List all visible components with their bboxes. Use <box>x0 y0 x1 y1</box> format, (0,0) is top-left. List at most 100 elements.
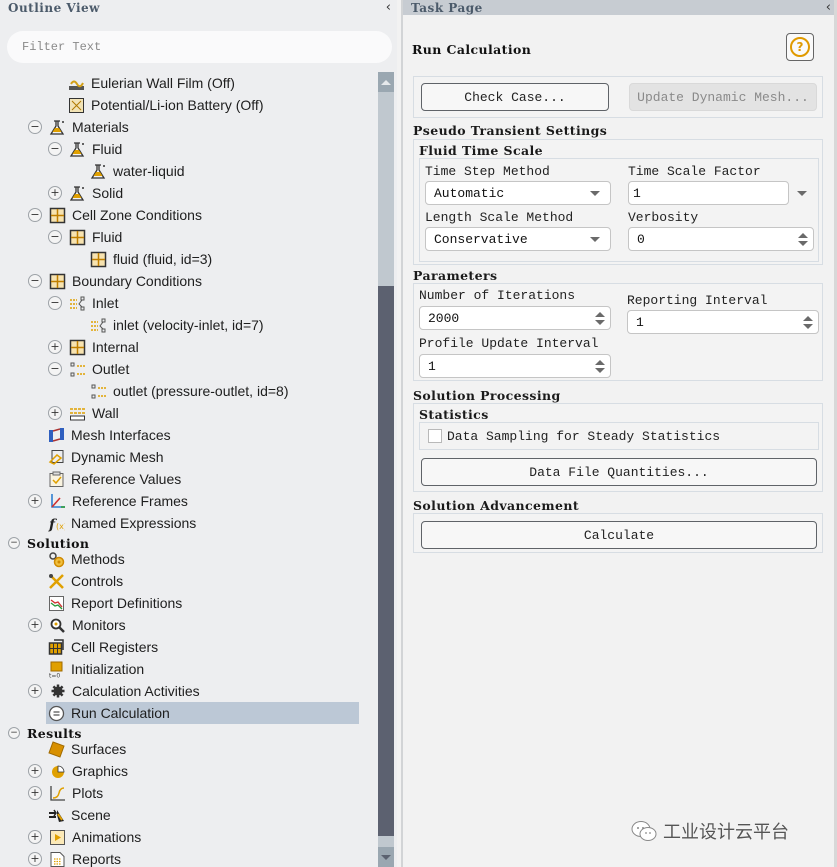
tree-item-label: inlet (velocity-inlet, id=7) <box>113 317 264 333</box>
outline-scrollbar[interactable] <box>378 72 394 867</box>
spinner-arrows-icon[interactable] <box>802 315 814 329</box>
tree-item-label: Monitors <box>72 617 126 633</box>
collapse-icon[interactable]: − <box>8 537 20 549</box>
wechat-icon <box>631 821 657 841</box>
tree-item[interactable]: − Outlet <box>48 358 129 380</box>
time-scale-factor-options-icon[interactable] <box>797 191 807 196</box>
tree-item[interactable]: Surfaces <box>48 738 126 760</box>
tree-item[interactable]: + Reference Frames <box>28 490 188 512</box>
tree-item[interactable]: Controls <box>48 570 123 592</box>
expand-icon[interactable]: + <box>28 684 42 698</box>
calculate-button[interactable]: Calculate <box>421 521 817 549</box>
expand-icon[interactable]: + <box>28 764 42 778</box>
profile-update-interval-spinner[interactable]: 1 <box>419 354 611 378</box>
task-page-panel: Task Page ‹ Run Calculation ? Check Case… <box>403 0 837 867</box>
spinner-arrows-icon[interactable] <box>797 232 809 246</box>
filter-text-box[interactable] <box>7 31 392 63</box>
profile-update-interval-value: 1 <box>428 358 436 374</box>
scene-icon <box>48 807 65 824</box>
data-sampling-checkbox[interactable] <box>428 429 442 443</box>
expand-icon[interactable]: + <box>28 494 42 508</box>
tree-item[interactable]: + Solid <box>48 182 123 204</box>
tree-item[interactable]: + Monitors <box>28 614 126 636</box>
expand-icon[interactable]: + <box>28 618 42 632</box>
tree-item[interactable]: + Wall <box>48 402 119 424</box>
help-button[interactable]: ? <box>786 33 814 61</box>
spinner-arrows-icon[interactable] <box>594 359 606 373</box>
expand-icon[interactable]: + <box>48 340 62 354</box>
tree-item[interactable]: outlet (pressure-outlet, id=8) <box>90 380 288 402</box>
length-scale-method-label: Length Scale Method <box>425 210 574 225</box>
tree-item[interactable]: − Materials <box>28 116 129 138</box>
tree-item-label: Materials <box>72 119 129 135</box>
expand-icon[interactable]: + <box>28 786 42 800</box>
tree-item-label: Fluid <box>92 141 123 157</box>
tree-item[interactable]: + Animations <box>28 826 141 848</box>
time-step-method-dropdown[interactable]: Automatic <box>425 181 611 205</box>
tree-item-label: fluid (fluid, id=3) <box>113 251 213 267</box>
tree-item[interactable]: Run Calculation <box>46 702 359 724</box>
tree-item[interactable]: − Inlet <box>48 292 118 314</box>
pseudo-transient-group: Fluid Time Scale Time Step Method Automa… <box>413 139 823 265</box>
tree-item[interactable]: inlet (velocity-inlet, id=7) <box>90 314 264 336</box>
tree-item[interactable]: + Calculation Activities <box>28 680 200 702</box>
tree-item[interactable]: Report Definitions <box>48 592 182 614</box>
iterations-spinner[interactable]: 2000 <box>419 306 611 330</box>
iterations-label: Number of Iterations <box>419 288 576 303</box>
length-scale-method-dropdown[interactable]: Conservative <box>425 227 611 251</box>
tree-item[interactable]: − Cell Zone Conditions <box>28 204 202 226</box>
collapse-icon[interactable]: − <box>28 120 42 134</box>
tree-item-label: water-liquid <box>113 163 185 179</box>
reports-icon <box>49 851 66 867</box>
tree-item[interactable]: t=0 Initialization <box>48 658 144 680</box>
collapse-icon[interactable]: − <box>48 362 62 376</box>
tree-item[interactable]: + Graphics <box>28 760 128 782</box>
scrollbar-thumb[interactable] <box>378 286 394 836</box>
tree-item[interactable]: fluid (fluid, id=3) <box>90 248 212 270</box>
tree-item[interactable]: Dynamic Mesh <box>48 446 164 468</box>
time-scale-factor-input[interactable]: 1 <box>628 181 789 205</box>
tree-item[interactable]: + Reports <box>28 848 121 867</box>
tree-item[interactable]: Methods <box>48 548 125 570</box>
tree-item-label: Reference Frames <box>72 493 188 509</box>
fluid-time-scale-title: Fluid Time Scale <box>419 143 543 158</box>
controls-icon <box>48 573 65 590</box>
data-file-quantities-button[interactable]: Data File Quantities... <box>421 458 817 486</box>
collapse-icon[interactable]: − <box>48 142 62 156</box>
collapse-icon[interactable]: − <box>8 727 20 739</box>
tree-item[interactable]: Reference Values <box>48 468 181 490</box>
verbosity-spinner[interactable]: 0 <box>628 227 814 251</box>
reporting-interval-spinner[interactable]: 1 <box>627 310 819 334</box>
mesh-interfaces-icon <box>48 427 65 444</box>
collapse-icon[interactable]: − <box>28 208 42 222</box>
expand-icon[interactable]: + <box>28 830 42 844</box>
update-dynamic-mesh-button[interactable]: Update Dynamic Mesh... <box>629 83 817 111</box>
tree-item[interactable]: + Internal <box>48 336 139 358</box>
tree-item[interactable]: − Fluid <box>48 226 122 248</box>
tree-item[interactable]: Cell Registers <box>48 636 158 658</box>
tree-item[interactable]: water-liquid <box>90 160 185 182</box>
filter-text-input[interactable] <box>22 40 392 54</box>
scroll-up-button[interactable] <box>378 72 394 92</box>
tree-item[interactable]: − Fluid <box>48 138 122 160</box>
expand-icon[interactable]: + <box>28 852 42 866</box>
collapse-icon[interactable]: − <box>48 230 62 244</box>
collapse-icon[interactable]: − <box>48 296 62 310</box>
tree-item[interactable]: f(x) Named Expressions <box>48 512 196 534</box>
expand-icon[interactable]: + <box>48 186 62 200</box>
tree-item-label: Potential/Li-ion Battery (Off) <box>91 97 264 113</box>
solution-processing-title: Solution Processing <box>413 388 561 403</box>
task-collapse-button[interactable]: ‹ <box>826 1 831 14</box>
tree-item[interactable]: Potential/Li-ion Battery (Off) <box>68 94 263 116</box>
tree-item[interactable]: Eulerian Wall Film (Off) <box>68 72 235 94</box>
scroll-down-button[interactable] <box>378 847 394 867</box>
outline-collapse-button[interactable]: ‹ <box>386 1 391 14</box>
collapse-icon[interactable]: − <box>28 274 42 288</box>
expand-icon[interactable]: + <box>48 406 62 420</box>
spinner-arrows-icon[interactable] <box>594 311 606 325</box>
tree-item[interactable]: Scene <box>48 804 111 826</box>
check-case-button[interactable]: Check Case... <box>421 83 609 111</box>
tree-item[interactable]: Mesh Interfaces <box>48 424 171 446</box>
tree-item[interactable]: + Plots <box>28 782 103 804</box>
tree-item[interactable]: − Boundary Conditions <box>28 270 202 292</box>
